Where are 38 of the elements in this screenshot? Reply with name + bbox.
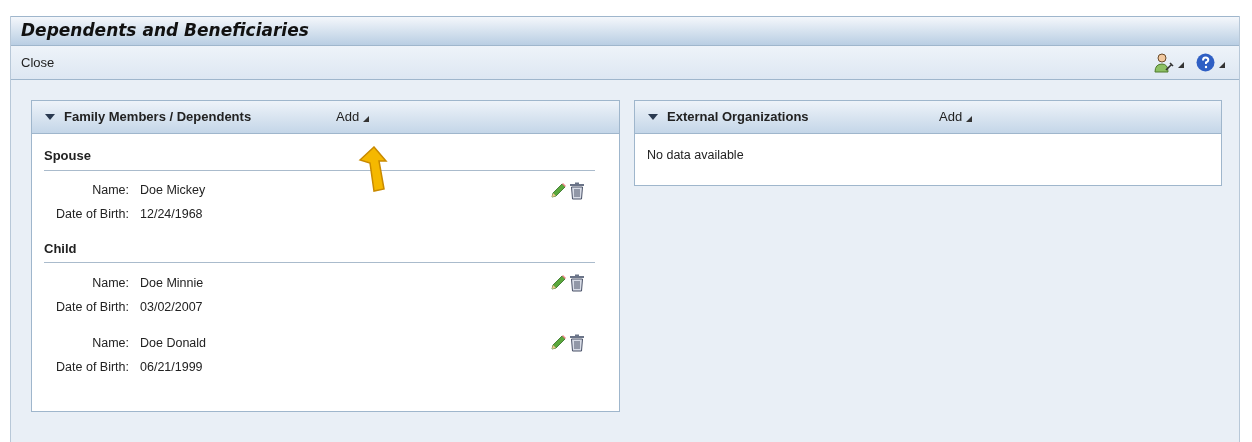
group-heading: Child bbox=[44, 239, 77, 258]
window-title: Dependents and Beneficiaries bbox=[21, 19, 309, 43]
field-value: 06/21/1999 bbox=[140, 358, 203, 376]
pencil-icon[interactable] bbox=[549, 181, 567, 200]
caret-icon bbox=[1178, 61, 1184, 68]
triangle-icon bbox=[45, 114, 55, 120]
group-heading: Spouse bbox=[44, 147, 91, 165]
empty-message: No data available bbox=[647, 147, 745, 164]
caret-icon bbox=[1219, 61, 1225, 68]
field-label: Date of Birth: bbox=[55, 358, 129, 376]
add-menu-button[interactable]: Add bbox=[336, 107, 370, 127]
field-label: Name: bbox=[91, 274, 129, 292]
panel-title: Family Members / Dependents bbox=[64, 108, 253, 127]
field-value: Doe Mickey bbox=[140, 182, 206, 200]
pencil-icon[interactable] bbox=[549, 334, 567, 352]
panel-title: External Organizations bbox=[667, 108, 810, 127]
pencil-icon[interactable] bbox=[549, 274, 567, 292]
caret-icon bbox=[966, 116, 973, 122]
personalize-menu-button[interactable] bbox=[1154, 52, 1184, 73]
triangle-icon bbox=[648, 114, 658, 120]
user-settings-icon bbox=[1154, 52, 1174, 73]
field-label: Name: bbox=[91, 182, 129, 200]
close-button[interactable]: Close bbox=[21, 52, 55, 73]
help-menu-button[interactable] bbox=[1196, 53, 1225, 72]
annotation-arrow bbox=[358, 146, 388, 192]
trash-icon[interactable] bbox=[569, 181, 585, 200]
add-menu-button[interactable]: Add bbox=[939, 107, 973, 127]
field-value: Doe Donald bbox=[140, 334, 206, 352]
trash-icon[interactable] bbox=[569, 274, 585, 292]
field-label: Date of Birth: bbox=[55, 206, 129, 224]
help-icon bbox=[1196, 53, 1215, 72]
trash-icon[interactable] bbox=[569, 334, 585, 352]
field-value: 03/02/2007 bbox=[140, 298, 203, 316]
field-value: 12/24/1968 bbox=[140, 206, 203, 224]
field-label: Name: bbox=[91, 334, 129, 352]
caret-icon bbox=[363, 116, 370, 122]
field-label: Date of Birth: bbox=[55, 298, 129, 316]
field-value: Doe Minnie bbox=[140, 274, 204, 292]
